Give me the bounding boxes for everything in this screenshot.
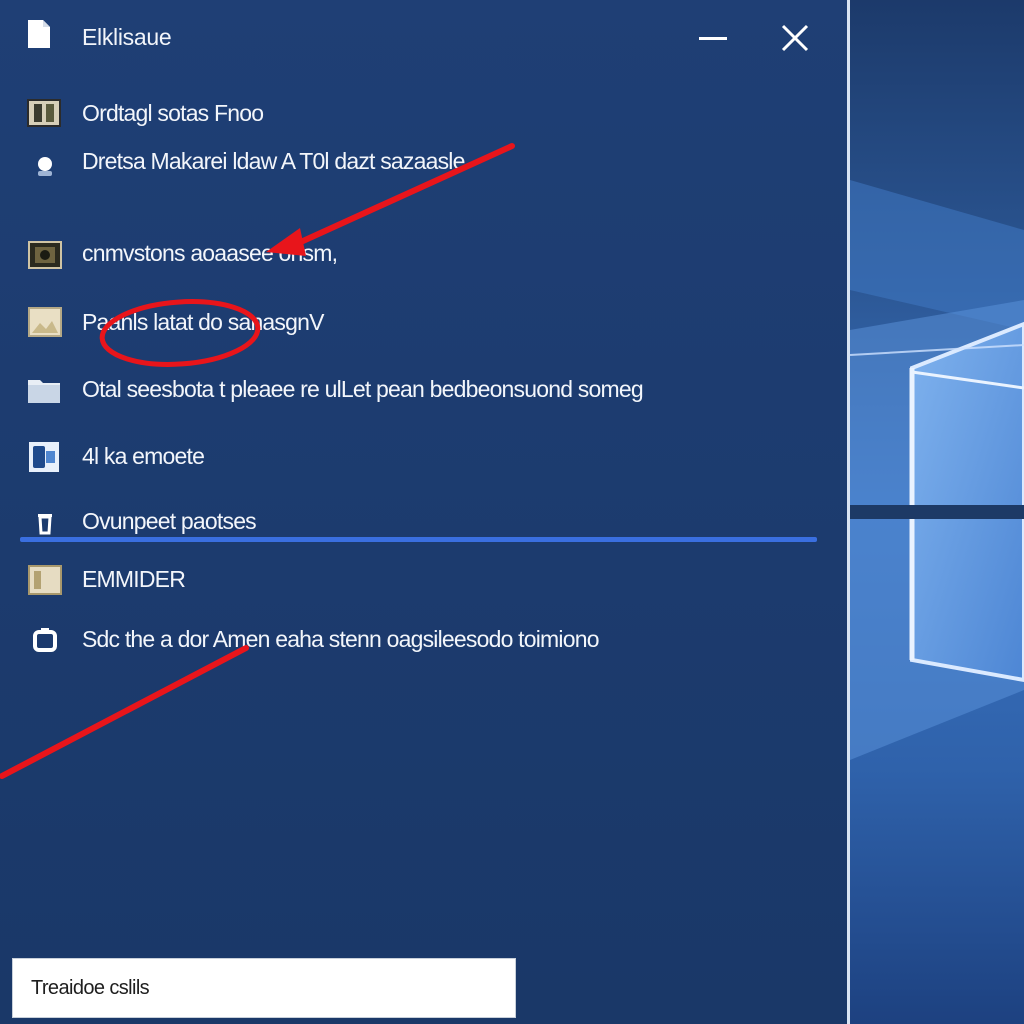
document-icon <box>28 20 50 48</box>
picture-icon <box>28 565 62 595</box>
camera-icon <box>28 241 62 269</box>
status-bar: Treaidoe cslils <box>12 958 516 1018</box>
menu-item-6[interactable]: 4l ka emoete <box>20 431 810 483</box>
menu-item-4[interactable]: Paanls latat do sanasgnV <box>20 297 810 349</box>
menu-item-label: 4l ka emoete <box>82 443 205 469</box>
status-text: Treaidoe cslils <box>31 977 150 999</box>
user-icon <box>38 157 52 176</box>
main-window: Elklisaue Ordtagl sotas Fnoo Dretsa Maka… <box>0 0 850 1024</box>
menu-item-8[interactable]: EMMIDER <box>20 554 810 606</box>
menu-item-label: Ordtagl sotas Fnoo <box>82 100 264 126</box>
selection-divider <box>20 537 817 542</box>
menu-item-label: Otal seesbota t pleaee re ulLet pean bed… <box>82 376 644 402</box>
window-title: Elklisaue <box>82 24 172 50</box>
title-bar: Elklisaue <box>0 0 847 76</box>
menu-item-label: Ovunpeet paotses <box>82 508 257 534</box>
menu-item-1[interactable]: Ordtagl sotas Fnoo <box>20 88 810 140</box>
menu-item-9[interactable]: Sdc the a dor Amen eaha stenn oagsileeso… <box>20 614 810 666</box>
image-icon <box>28 307 62 337</box>
menu-item-label: Dretsa Makarei ldaw A T0l dazt sazaasle <box>82 148 465 174</box>
close-icon[interactable] <box>772 16 818 60</box>
lock-icon <box>33 628 57 652</box>
photo-film-icon <box>27 99 61 127</box>
windows-logo-graphic <box>850 180 1024 760</box>
phone-icon <box>29 442 59 472</box>
menu-item-2[interactable]: Dretsa Makarei ldaw A T0l dazt sazaasle <box>20 136 810 188</box>
menu-item-label: cnmvstons aoaasee onsm, <box>82 240 338 266</box>
folder-icon <box>28 380 60 403</box>
trash-icon <box>38 514 52 535</box>
desktop-background <box>850 0 1024 1024</box>
menu-item-3[interactable]: cnmvstons aoaasee onsm, <box>20 228 810 280</box>
menu-item-label: Sdc the a dor Amen eaha stenn oagsileeso… <box>82 626 600 652</box>
menu-item-label: EMMIDER <box>82 566 186 592</box>
minimize-button[interactable] <box>690 20 734 56</box>
menu-item-label: Paanls latat do sanasgnV <box>82 309 324 335</box>
menu-item-5[interactable]: Otal seesbota t pleaee re ulLet pean bed… <box>20 364 810 416</box>
minimize-icon <box>699 37 727 40</box>
